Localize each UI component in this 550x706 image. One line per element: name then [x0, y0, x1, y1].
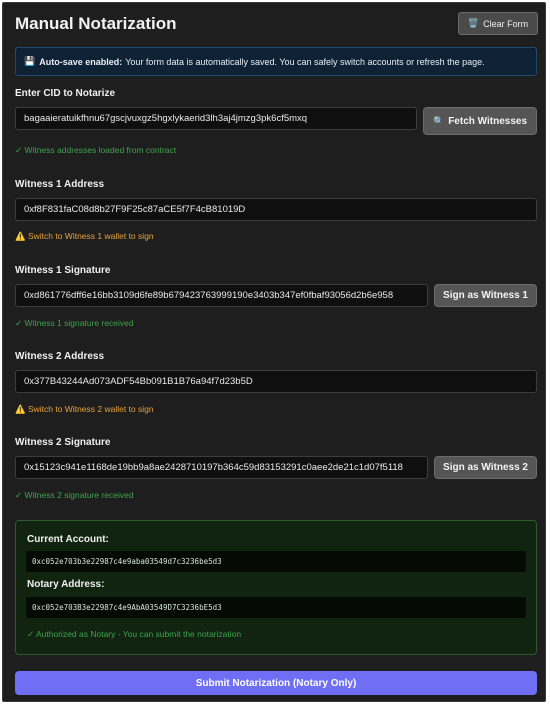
cid-input-value: bagaaieratuikfhnu67gscjvuxgz5hgxlykaerid… — [24, 113, 308, 124]
page-title: Manual Notarization — [15, 14, 177, 33]
clear-form-label: Clear Form — [483, 18, 529, 29]
sign-as-witness1-label: Sign as Witness 1 — [443, 290, 528, 301]
witness1-signature-field[interactable]: 0xd861776dff6e16bb3109d6fe89b67942376399… — [15, 284, 428, 307]
sign-as-witness1-button[interactable]: Sign as Witness 1 — [434, 284, 537, 307]
current-account-value: 0xc052e703b3e22987c4e9aba03549d7c3236be5… — [32, 557, 222, 566]
current-account-field: 0xc052e703b3e22987c4e9aba03549d7c3236be5… — [26, 551, 526, 572]
witness2-warning: ⚠️ Switch to Witness 2 wallet to sign — [15, 404, 154, 414]
witness1-signature-status: ✓ Witness 1 signature received — [15, 318, 134, 328]
notary-address-field: 0xc052e703B3e22987c4e9AbA03549D7C3236bE5… — [26, 597, 526, 618]
notary-auth-box: Current Account: 0xc052e703b3e22987c4e9a… — [15, 520, 537, 655]
witness1-address-value: 0xf8F831faC08d8b27F9F25c87aCE5f7F4cB8101… — [24, 204, 246, 215]
witness2-signature-field[interactable]: 0x15123c941e1168de19bb9a8ae2428710197b36… — [15, 456, 428, 479]
witnesses-loaded-status: ✓ Witness addresses loaded from contract — [15, 145, 177, 155]
current-account-label: Current Account: — [27, 534, 109, 545]
witness1-address-label: Witness 1 Address — [15, 179, 105, 190]
witness2-signature-status: ✓ Witness 2 signature received — [15, 490, 134, 500]
magnifier-icon: 🔍 — [432, 115, 445, 126]
fetch-witnesses-label: Fetch Witnesses — [448, 115, 528, 127]
sign-as-witness2-button[interactable]: Sign as Witness 2 — [434, 456, 537, 479]
witness2-signature-label: Witness 2 Signature — [15, 437, 111, 448]
submit-notarization-button[interactable]: Submit Notarization (Notary Only) — [15, 671, 537, 695]
cid-input[interactable]: bagaaieratuikfhnu67gscjvuxgz5hgxlykaerid… — [15, 107, 417, 130]
witness1-address-field[interactable]: 0xf8F831faC08d8b27F9F25c87aCE5f7F4cB8101… — [15, 198, 537, 221]
fetch-witnesses-button[interactable]: 🔍 Fetch Witnesses — [423, 107, 537, 135]
autosave-text: Your form data is automatically saved. Y… — [125, 56, 485, 67]
notary-address-value: 0xc052e703B3e22987c4e9AbA03549D7C3236bE5… — [32, 603, 222, 612]
witness1-warning: ⚠️ Switch to Witness 1 wallet to sign — [15, 231, 154, 241]
notarization-panel: Manual Notarization 🗑️ Clear Form 💾 Auto… — [2, 2, 546, 702]
clear-form-button[interactable]: 🗑️ Clear Form — [458, 12, 538, 35]
witness2-address-label: Witness 2 Address — [15, 351, 105, 362]
notary-authorized-status: ✓ Authorized as Notary - You can submit … — [27, 629, 242, 639]
witness2-address-field[interactable]: 0x377B43244Ad073ADF54Bb091B1B76a94f7d23b… — [15, 370, 537, 393]
cid-label: Enter CID to Notarize — [15, 88, 116, 99]
autosave-banner: 💾 Auto-save enabled: Your form data is a… — [15, 47, 537, 76]
notary-address-label: Notary Address: — [27, 579, 105, 590]
submit-notarization-label: Submit Notarization (Notary Only) — [195, 677, 357, 689]
trash-icon: 🗑️ — [467, 18, 480, 28]
witness2-address-value: 0x377B43244Ad073ADF54Bb091B1B76a94f7d23b… — [24, 376, 253, 387]
sign-as-witness2-label: Sign as Witness 2 — [443, 462, 528, 473]
autosave-title: Auto-save enabled: — [39, 56, 123, 67]
floppy-disk-icon: 💾 — [24, 56, 36, 66]
witness1-signature-value: 0xd861776dff6e16bb3109d6fe89b67942376399… — [24, 290, 394, 301]
witness2-signature-value: 0x15123c941e1168de19bb9a8ae2428710197b36… — [24, 462, 403, 473]
witness1-signature-label: Witness 1 Signature — [15, 265, 111, 276]
